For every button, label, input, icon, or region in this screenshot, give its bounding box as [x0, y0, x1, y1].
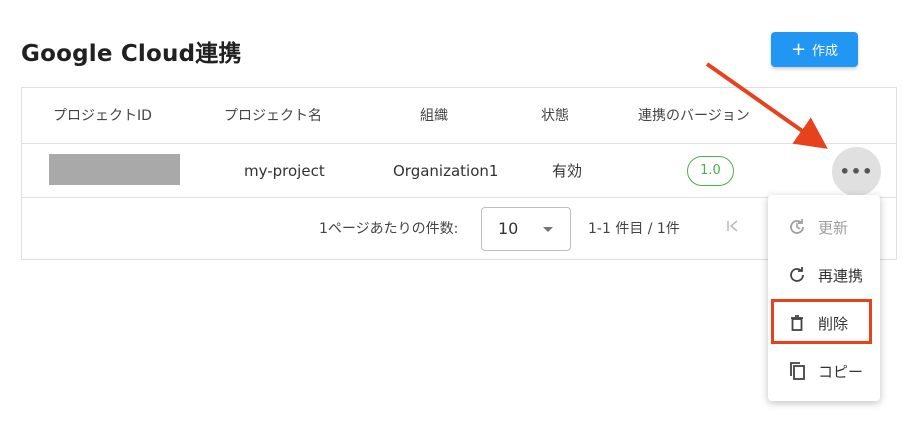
header-version[interactable]: 連携のバージョン: [638, 88, 750, 144]
header-organization[interactable]: 組織: [420, 88, 448, 144]
chevron-down-icon: [543, 227, 553, 232]
create-button-label: 作成: [812, 44, 839, 59]
project-id-masked: [49, 154, 180, 185]
page-title: Google Cloud連携: [21, 41, 242, 67]
table-row[interactable]: my-project Organization1 有効 1.0 •••: [22, 145, 896, 198]
menu-item-label: コピー: [818, 362, 864, 381]
pagination-range: 1-1 件目 / 1件: [588, 221, 680, 237]
integration-table: プロジェクトID プロジェクト名 組織 状態 連携のバージョン my-proje…: [21, 87, 897, 260]
header-project-name[interactable]: プロジェクト名: [224, 88, 322, 144]
rows-per-page-select[interactable]: 10: [481, 207, 571, 251]
version-badge: 1.0: [687, 156, 734, 186]
first-page-icon[interactable]: [725, 199, 741, 259]
plus-icon: +: [790, 38, 807, 60]
copy-icon: [786, 360, 808, 382]
create-button[interactable]: + 作成: [771, 32, 858, 67]
more-horiz-icon: •••: [839, 162, 874, 181]
menu-item-update[interactable]: 更新: [768, 204, 880, 250]
status-cell: 有効: [552, 162, 583, 180]
update-icon: [786, 216, 808, 238]
menu-item-copy[interactable]: コピー: [768, 348, 880, 394]
header-project-id[interactable]: プロジェクトID: [53, 88, 152, 144]
more-actions-button[interactable]: •••: [832, 147, 881, 196]
project-name-cell: my-project: [244, 162, 325, 180]
context-menu: 更新 再連携 削除 コピー: [768, 195, 880, 401]
delete-highlight-box: [771, 299, 872, 344]
organization-cell: Organization1: [393, 162, 499, 180]
menu-item-reconnect[interactable]: 再連携: [768, 252, 880, 298]
refresh-icon: [786, 264, 808, 286]
rows-per-page-value: 10: [498, 219, 519, 238]
table-header: プロジェクトID プロジェクト名 組織 状態 連携のバージョン: [22, 88, 896, 144]
menu-item-label: 再連携: [818, 266, 864, 285]
rows-per-page-label: 1ページあたりの件数:: [319, 221, 459, 237]
menu-item-label: 更新: [818, 218, 849, 237]
pagination: 1ページあたりの件数: 10 1-1 件目 / 1件: [22, 199, 896, 259]
header-status[interactable]: 状態: [541, 88, 569, 144]
